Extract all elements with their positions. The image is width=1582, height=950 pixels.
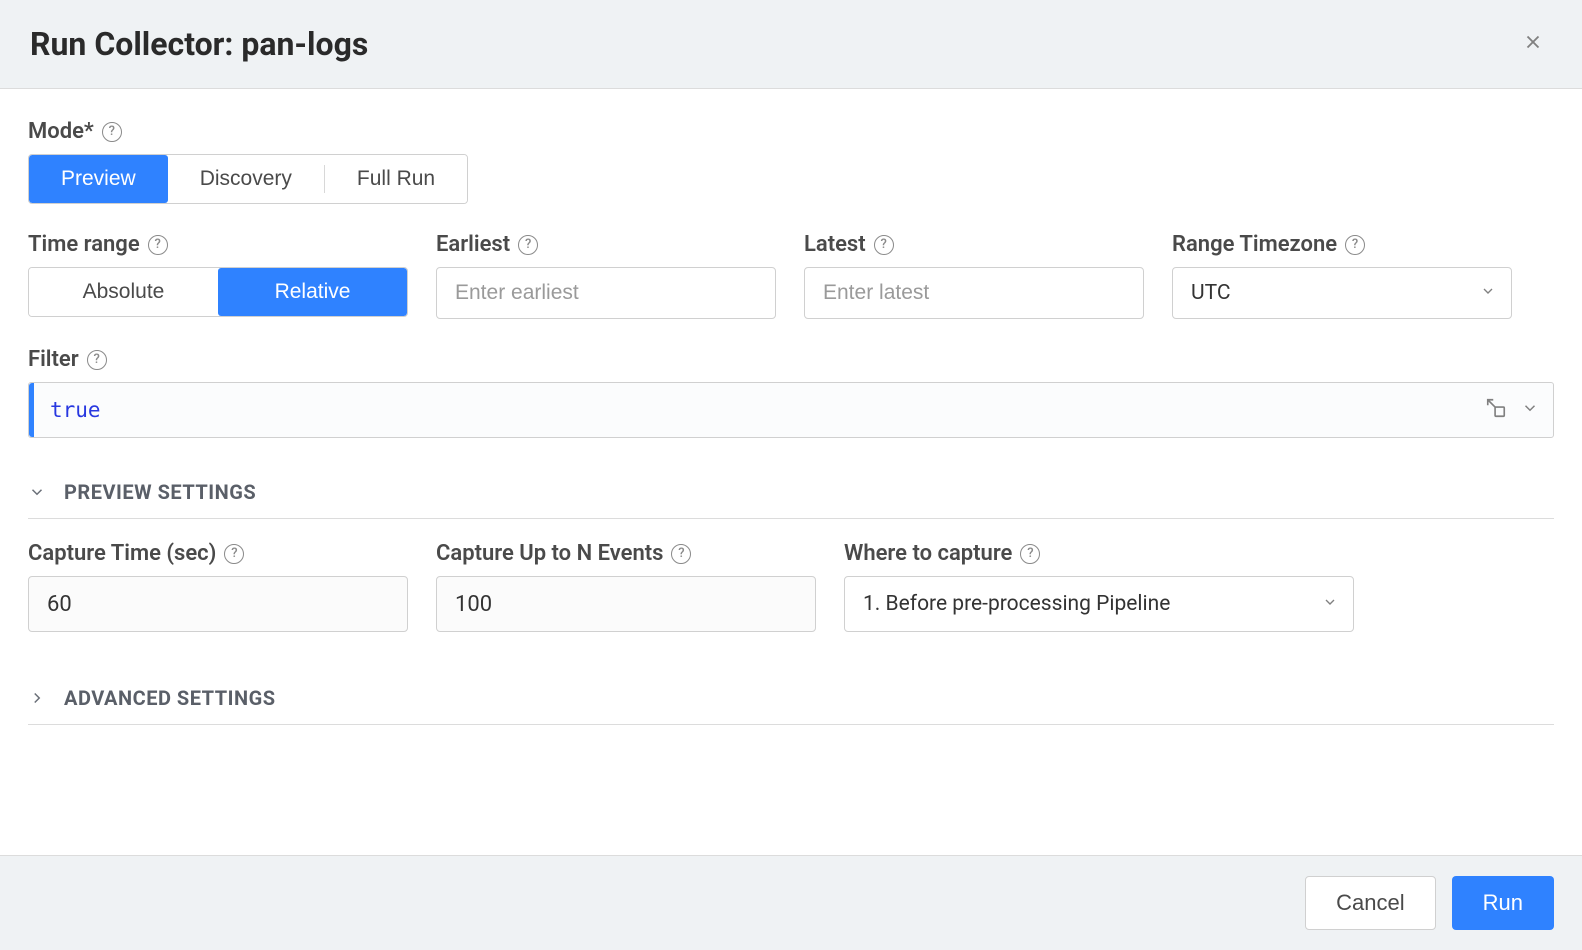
capture-time-label: Capture Time (sec) ? <box>28 541 408 566</box>
time-range-label: Time range ? <box>28 232 408 257</box>
help-icon[interactable]: ? <box>671 544 691 564</box>
range-timezone-label-text: Range Timezone <box>1172 232 1337 257</box>
expand-icon[interactable] <box>1485 397 1507 423</box>
preview-settings-title: PREVIEW SETTINGS <box>64 480 256 504</box>
mode-option-fullrun[interactable]: Full Run <box>325 155 467 203</box>
filter-value: true <box>34 398 101 422</box>
where-capture-label: Where to capture ? <box>844 541 1354 566</box>
filter-field: Filter ? true <box>28 347 1554 438</box>
where-capture-select-wrap: 1. Before pre-processing Pipeline <box>844 576 1354 632</box>
preview-settings-row: Capture Time (sec) ? 60 Capture Up to N … <box>28 541 1554 632</box>
mode-option-discovery[interactable]: Discovery <box>168 155 324 203</box>
filter-input[interactable]: true <box>28 382 1554 438</box>
mode-field: Mode* ? Preview Discovery Full Run <box>28 119 1554 204</box>
help-icon[interactable]: ? <box>224 544 244 564</box>
modal-footer: Cancel Run <box>0 855 1582 950</box>
help-icon[interactable]: ? <box>148 235 168 255</box>
time-range-field: Time range ? Absolute Relative <box>28 232 408 319</box>
modal-body: Mode* ? Preview Discovery Full Run Time … <box>0 89 1582 725</box>
time-range-option-relative[interactable]: Relative <box>218 268 407 316</box>
where-capture-field: Where to capture ? 1. Before pre-process… <box>844 541 1354 632</box>
help-icon[interactable]: ? <box>102 122 122 142</box>
run-button[interactable]: Run <box>1452 876 1554 930</box>
capture-events-label: Capture Up to N Events ? <box>436 541 816 566</box>
filter-icons <box>1485 397 1539 423</box>
latest-label: Latest ? <box>804 232 1144 257</box>
mode-label-text: Mode* <box>28 119 94 144</box>
chevron-right-icon <box>28 689 46 707</box>
mode-option-preview[interactable]: Preview <box>29 155 168 203</box>
capture-events-field: Capture Up to N Events ? 100 <box>436 541 816 632</box>
earliest-label-text: Earliest <box>436 232 510 257</box>
help-icon[interactable]: ? <box>87 350 107 370</box>
capture-time-value: 60 <box>47 592 72 617</box>
modal-title: Run Collector: pan-logs <box>30 25 368 63</box>
advanced-settings-title: ADVANCED SETTINGS <box>64 686 276 710</box>
time-range-label-text: Time range <box>28 232 140 257</box>
run-collector-modal: Run Collector: pan-logs Mode* ? Preview … <box>0 0 1582 950</box>
capture-events-input[interactable]: 100 <box>436 576 816 632</box>
capture-events-label-text: Capture Up to N Events <box>436 541 663 566</box>
where-capture-label-text: Where to capture <box>844 541 1012 566</box>
filter-label-text: Filter <box>28 347 79 372</box>
range-timezone-select-wrap: UTC <box>1172 267 1512 319</box>
where-capture-select[interactable]: 1. Before pre-processing Pipeline <box>844 576 1354 632</box>
preview-settings-header[interactable]: PREVIEW SETTINGS <box>28 466 1554 519</box>
range-timezone-field: Range Timezone ? UTC <box>1172 232 1512 319</box>
capture-time-field: Capture Time (sec) ? 60 <box>28 541 408 632</box>
help-icon[interactable]: ? <box>1345 235 1365 255</box>
help-icon[interactable]: ? <box>1020 544 1040 564</box>
range-timezone-label: Range Timezone ? <box>1172 232 1512 257</box>
range-timezone-value: UTC <box>1191 281 1231 305</box>
time-row: Time range ? Absolute Relative Earliest … <box>28 232 1554 319</box>
help-icon[interactable]: ? <box>874 235 894 255</box>
help-icon[interactable]: ? <box>518 235 538 255</box>
latest-label-text: Latest <box>804 232 866 257</box>
range-timezone-select[interactable]: UTC <box>1172 267 1512 319</box>
close-button[interactable] <box>1514 26 1552 62</box>
capture-time-label-text: Capture Time (sec) <box>28 541 216 566</box>
chevron-down-icon[interactable] <box>1521 399 1539 421</box>
earliest-field: Earliest ? <box>436 232 776 319</box>
capture-time-input[interactable]: 60 <box>28 576 408 632</box>
cancel-button[interactable]: Cancel <box>1305 876 1435 930</box>
capture-events-value: 100 <box>455 592 492 617</box>
latest-field: Latest ? <box>804 232 1144 319</box>
where-capture-value: 1. Before pre-processing Pipeline <box>863 592 1170 616</box>
advanced-settings-header[interactable]: ADVANCED SETTINGS <box>28 672 1554 725</box>
time-range-option-absolute[interactable]: Absolute <box>29 268 218 316</box>
time-range-segment-group: Absolute Relative <box>28 267 408 317</box>
latest-input[interactable] <box>804 267 1144 319</box>
earliest-input[interactable] <box>436 267 776 319</box>
chevron-down-icon <box>28 483 46 501</box>
filter-label: Filter ? <box>28 347 1554 372</box>
mode-label: Mode* ? <box>28 119 1554 144</box>
earliest-label: Earliest ? <box>436 232 776 257</box>
modal-header: Run Collector: pan-logs <box>0 0 1582 89</box>
mode-segment-group: Preview Discovery Full Run <box>28 154 468 204</box>
close-icon <box>1522 31 1544 53</box>
